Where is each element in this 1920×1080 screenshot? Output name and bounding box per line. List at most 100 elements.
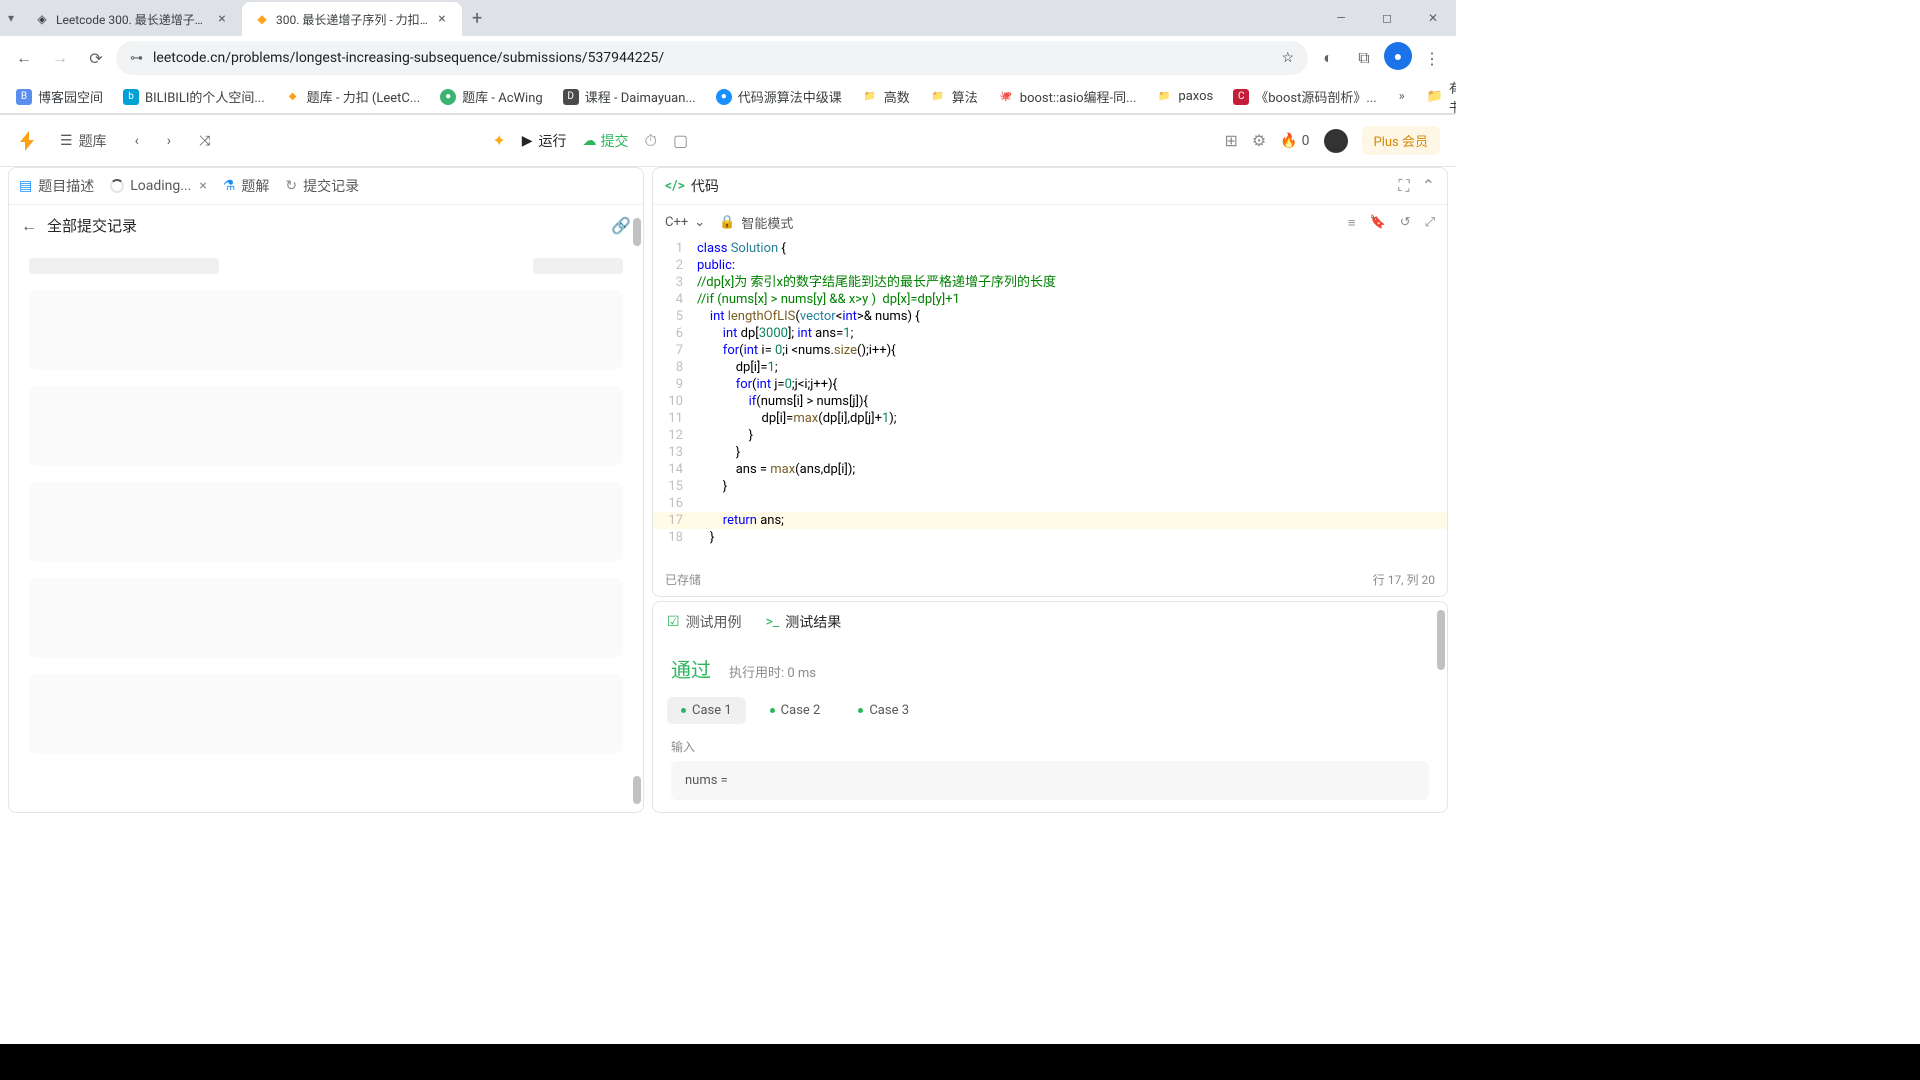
maximize-icon[interactable]: ◻ <box>1364 0 1410 36</box>
tab-close-icon[interactable]: × <box>434 11 450 27</box>
format-icon[interactable]: ≡ <box>1348 215 1356 231</box>
line-code[interactable] <box>697 495 1447 512</box>
code-line[interactable]: 5 int lengthOfLIS(vector<int>& nums) { <box>653 308 1447 325</box>
line-code[interactable]: } <box>697 529 1447 546</box>
tab-test-result[interactable]: >_ 测试结果 <box>766 612 842 632</box>
line-code[interactable]: //dp[x]为 索引x的数字结尾能到达的最长严格递增子序列的长度 <box>697 274 1447 291</box>
note-icon[interactable]: ▢ <box>673 131 688 150</box>
menu-icon[interactable]: ⋮ <box>1416 42 1448 74</box>
line-code[interactable]: ans = max(ans,dp[i]); <box>697 461 1447 478</box>
tab-testcase[interactable]: ☑ 测试用例 <box>667 612 742 632</box>
code-line[interactable]: 6 int dp[3000]; int ans=1; <box>653 325 1447 342</box>
collapse-icon[interactable]: ⌃ <box>1422 176 1435 196</box>
extensions-icon[interactable]: ⧉ <box>1348 42 1380 74</box>
code-line[interactable]: 11 dp[i]=max(dp[i],dp[j]+1); <box>653 410 1447 427</box>
fullscreen-icon[interactable]: ⛶ <box>1398 176 1409 196</box>
submit-button[interactable]: ☁ 提交 <box>583 131 629 151</box>
line-code[interactable]: int lengthOfLIS(vector<int>& nums) { <box>697 308 1447 325</box>
line-code[interactable]: int dp[3000]; int ans=1; <box>697 325 1447 342</box>
bookmark-item[interactable]: C《boost源码剖析》... <box>1225 83 1384 110</box>
run-button[interactable]: ▶ 运行 <box>522 131 567 151</box>
browser-tab-0[interactable]: ◈ Leetcode 300. 最长递增子序列 × <box>22 2 242 36</box>
tab-description[interactable]: ▤ 题目描述 <box>19 176 94 196</box>
prev-problem-button[interactable]: ‹ <box>127 127 147 155</box>
code-line[interactable]: 4//if (nums[x] > nums[y] && x>y ) dp[x]=… <box>653 291 1447 308</box>
bookmark-overflow-icon[interactable]: » <box>1389 89 1415 104</box>
all-bookmarks-button[interactable]: 📁所有书签 <box>1419 80 1456 114</box>
problem-library-button[interactable]: ☰ 题库 <box>52 125 115 157</box>
code-line[interactable]: 8 dp[i]=1; <box>653 359 1447 376</box>
code-line[interactable]: 16 <box>653 495 1447 512</box>
leetcode-logo-icon[interactable] <box>16 129 40 153</box>
next-problem-button[interactable]: › <box>159 127 179 155</box>
line-code[interactable]: } <box>697 478 1447 495</box>
bookmark-item[interactable]: ●代码源算法中级课 <box>708 83 850 110</box>
code-line[interactable]: 3//dp[x]为 索引x的数字结尾能到达的最长严格递增子序列的长度 <box>653 274 1447 291</box>
minimize-icon[interactable]: — <box>1318 0 1364 36</box>
code-editor[interactable]: 1class Solution {2public:3//dp[x]为 索引x的数… <box>653 240 1447 563</box>
code-line[interactable]: 14 ans = max(ans,dp[i]); <box>653 461 1447 478</box>
layout-icon[interactable]: ⊞ <box>1224 131 1237 150</box>
tab-submissions[interactable]: ↻ 提交记录 <box>285 176 359 196</box>
tab-loading[interactable]: Loading... × <box>110 178 207 194</box>
streak-counter[interactable]: 🔥 0 <box>1280 133 1309 149</box>
line-code[interactable]: } <box>697 427 1447 444</box>
bookmark-icon[interactable]: 🔖 <box>1370 215 1386 231</box>
plus-badge[interactable]: Plus 会员 <box>1362 126 1440 155</box>
code-line[interactable]: 13 } <box>653 444 1447 461</box>
scrollbar-thumb[interactable] <box>1437 610 1445 670</box>
close-icon[interactable]: ✕ <box>1410 0 1456 36</box>
bookmark-item[interactable]: 📁算法 <box>922 83 986 110</box>
case-tab-1[interactable]: Case 1 <box>667 697 746 724</box>
code-line[interactable]: 9 for(int j=0;j<i;j++){ <box>653 376 1447 393</box>
code-line[interactable]: 1class Solution { <box>653 240 1447 257</box>
close-tab-icon[interactable]: × <box>199 178 206 194</box>
results-scrollbar[interactable] <box>1437 610 1445 804</box>
tab-solution[interactable]: ⚗ 题解 <box>223 176 270 196</box>
line-code[interactable]: dp[i]=1; <box>697 359 1447 376</box>
line-code[interactable]: for(int i= 0;i <nums.size();i++){ <box>697 342 1447 359</box>
line-code[interactable]: dp[i]=max(dp[i],dp[j]+1); <box>697 410 1447 427</box>
line-code[interactable]: return ans; <box>697 512 1447 529</box>
code-line[interactable]: 12 } <box>653 427 1447 444</box>
tab-search-dropdown[interactable]: ▾ <box>0 11 22 25</box>
line-code[interactable]: for(int j=0;j<i;j++){ <box>697 376 1447 393</box>
input-box[interactable]: nums = <box>671 761 1429 800</box>
bookmark-item[interactable]: D课程 - Daimayuan... <box>555 83 704 110</box>
code-line[interactable]: 15 } <box>653 478 1447 495</box>
case-tab-2[interactable]: Case 2 <box>756 697 835 724</box>
forward-button[interactable]: → <box>44 42 76 74</box>
code-line[interactable]: 18 } <box>653 529 1447 546</box>
bookmark-item[interactable]: bBILIBILI的个人空间... <box>115 83 273 110</box>
expand-icon[interactable]: ⤢ <box>1425 215 1435 231</box>
bookmark-item[interactable]: 📁paxos <box>1148 85 1221 109</box>
back-arrow-icon[interactable]: ← <box>21 216 37 236</box>
scrollbar-thumb[interactable] <box>633 776 641 804</box>
bookmark-item[interactable]: ◆题库 - 力扣 (LeetC... <box>277 83 429 110</box>
link-icon[interactable]: 🔗 <box>611 216 631 235</box>
profile-avatar-icon[interactable]: ● <box>1384 42 1412 70</box>
line-code[interactable]: class Solution { <box>697 240 1447 257</box>
bookmark-star-icon[interactable]: ☆ <box>1281 50 1294 66</box>
code-line[interactable]: 2public: <box>653 257 1447 274</box>
line-code[interactable]: } <box>697 444 1447 461</box>
reset-icon[interactable]: ↺ <box>1400 215 1411 231</box>
profile-sync-icon[interactable]: ◐ <box>1312 42 1344 74</box>
settings-icon[interactable]: ⚙ <box>1252 131 1266 150</box>
site-info-icon[interactable]: ⊶ <box>130 51 143 66</box>
bookmark-item[interactable]: 📁高数 <box>854 83 918 110</box>
bookmark-item[interactable]: ●题库 - AcWing <box>432 83 551 110</box>
smart-mode-toggle[interactable]: 🔒 智能模式 <box>719 213 793 232</box>
code-line[interactable]: 7 for(int i= 0;i <nums.size();i++){ <box>653 342 1447 359</box>
back-button[interactable]: ← <box>8 42 40 74</box>
line-code[interactable]: //if (nums[x] > nums[y] && x>y ) dp[x]=d… <box>697 291 1447 308</box>
line-code[interactable]: public: <box>697 257 1447 274</box>
url-bar[interactable]: ⊶ leetcode.cn/problems/longest-increasin… <box>116 41 1308 75</box>
random-problem-button[interactable]: ⤨ <box>191 127 218 155</box>
code-line[interactable]: 17 return ans; <box>653 512 1447 529</box>
scrollbar-thumb[interactable] <box>633 218 641 246</box>
timer-icon[interactable]: ⏱ <box>645 131 657 151</box>
bookmark-item[interactable]: B博客园空间 <box>8 83 111 110</box>
line-code[interactable]: if(nums[i] > nums[j]){ <box>697 393 1447 410</box>
tab-close-icon[interactable]: × <box>214 11 230 27</box>
